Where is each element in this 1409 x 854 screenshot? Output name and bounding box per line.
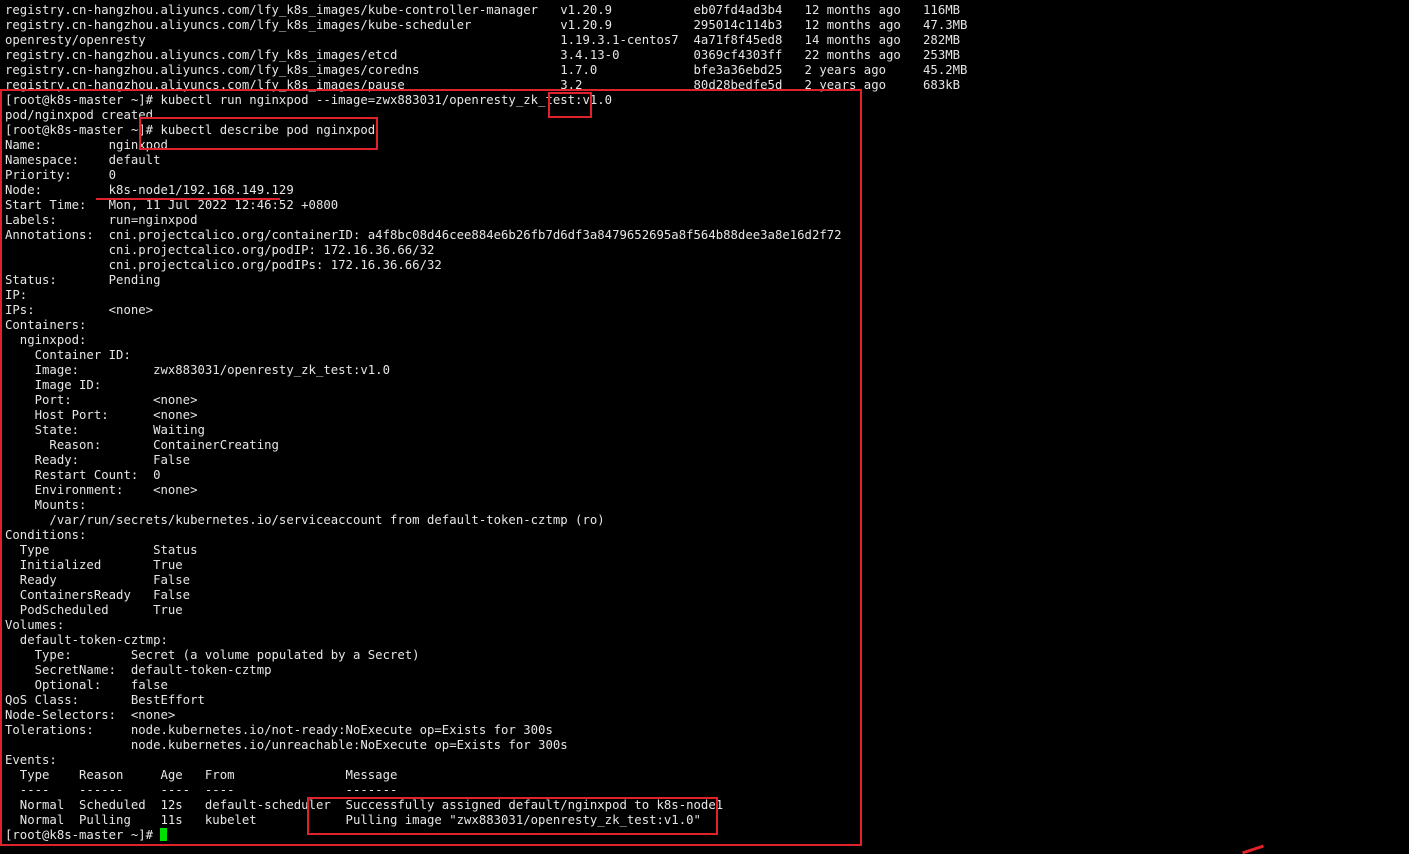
terminal-line: registry.cn-hangzhou.aliyuncs.com/lfy_k8… — [5, 48, 961, 62]
node-underline — [96, 198, 280, 200]
events-message-highlight-box — [307, 797, 718, 835]
describe-command-highlight-box — [139, 117, 378, 150]
describe-output-highlight-box — [0, 89, 862, 846]
terminal-line: registry.cn-hangzhou.aliyuncs.com/lfy_k8… — [5, 18, 968, 32]
terminal-line: registry.cn-hangzhou.aliyuncs.com/lfy_k8… — [5, 3, 961, 17]
terminal-line: openresty/openresty 1.19.3.1-centos7 4a7… — [5, 33, 961, 47]
terminal-line: registry.cn-hangzhou.aliyuncs.com/lfy_k8… — [5, 63, 968, 77]
image-tag-highlight-box — [548, 92, 592, 118]
